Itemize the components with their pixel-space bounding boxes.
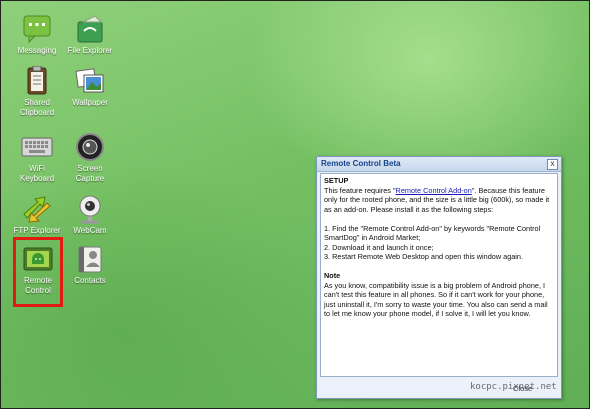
keyboard-icon [20,132,54,162]
file-explorer-icon [73,14,107,44]
desktop-icon-messaging[interactable]: Messaging [7,14,67,56]
icon-label: File Explorer [67,46,113,55]
desktop-icon-screen-capture[interactable]: Screen Capture [60,132,120,184]
webcam-icon [73,194,107,224]
desktop-icon-shared-clipboard[interactable]: Shared Clipboard [7,65,67,118]
icon-label: Messaging [17,46,57,55]
ftp-explorer-icon [20,194,54,224]
icon-label: WiFi Keyboard [19,164,55,183]
remote-control-addon-link[interactable]: Remote Control Add-on [396,186,472,195]
icon-label: Wallpaper [72,98,108,107]
dialog-title: Remote Control Beta [321,159,401,168]
setup-text: This feature requires "Remote Control Ad… [324,186,554,215]
clipboard-icon [20,65,54,96]
contacts-icon [73,244,107,274]
setup-heading: SETUP [324,176,349,185]
close-icon[interactable]: x [547,159,558,170]
messaging-icon [20,14,54,44]
icon-label: Screen Capture [75,164,105,183]
desktop-icon-webcam[interactable]: WebCam [60,194,120,236]
icon-label: Contacts [74,276,106,285]
setup-pre: This feature requires " [324,185,396,195]
setup-step: 2. Download it and launch it once; [324,242,434,252]
setup-step: 1. Find the "Remote Control Add-on" by k… [324,223,541,243]
note-heading: Note [324,271,341,280]
selection-highlight [13,237,63,307]
watermark-url: kocpc.pixnet.net [470,382,557,392]
dialog-titlebar[interactable]: Remote Control Beta x [317,157,561,172]
note-text: As you know, compatibility issue is a bi… [324,280,548,319]
desktop-icon-file-explorer[interactable]: File Explorer [60,14,120,56]
screen-capture-icon [73,132,107,162]
wallpaper-icon [73,66,107,96]
icon-label: WebCam [73,226,107,235]
dialog-content: SETUP This feature requires "Remote Cont… [320,173,558,377]
desktop-icon-contacts[interactable]: Contacts [60,244,120,286]
setup-step: 3. Restart Remote Web Desktop and open t… [324,252,524,261]
desktop-icon-ftp-explorer[interactable]: FTP Explorer [7,194,67,236]
icon-label: Shared Clipboard [19,98,55,117]
desktop-icon-wifi-keyboard[interactable]: WiFi Keyboard [7,132,67,184]
watermark-logo: 電腦王阿達 [455,357,530,373]
icon-label: FTP Explorer [13,226,61,235]
desktop-icon-wallpaper[interactable]: Wallpaper [60,66,120,108]
